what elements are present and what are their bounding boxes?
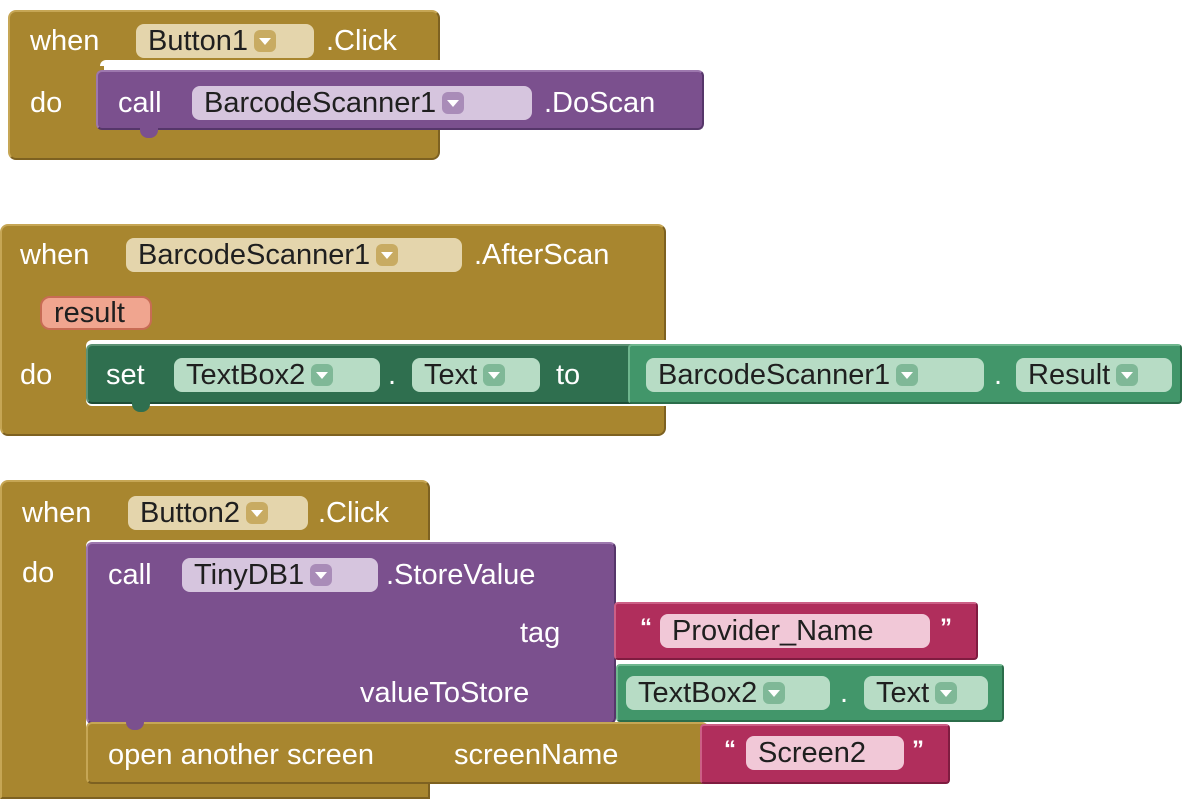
chevron-down-icon[interactable]: [310, 564, 333, 586]
when-label: when: [20, 239, 90, 271]
component-name: Button1: [148, 25, 248, 57]
component-name: TextBox2: [186, 359, 306, 391]
when-label: when: [22, 497, 92, 529]
param-name: result: [54, 297, 125, 329]
param-result[interactable]: result: [40, 296, 152, 330]
event-name: .Click: [318, 497, 389, 529]
chevron-down-icon[interactable]: [245, 502, 268, 524]
do-label: do: [20, 359, 53, 391]
component-dropdown-barcodescanner1[interactable]: BarcodeScanner1: [646, 358, 984, 392]
value-to-store-label: valueToStore: [360, 677, 530, 709]
open-quote: “: [724, 736, 736, 763]
close-quote: ”: [912, 736, 924, 763]
screen-name-label: screenName: [454, 739, 619, 771]
text-field-provider-name[interactable]: Provider_Name: [660, 614, 930, 648]
text-value: Provider_Name: [672, 615, 874, 647]
component-dropdown-textbox2[interactable]: TextBox2: [626, 676, 830, 710]
open-quote: “: [640, 614, 652, 641]
component-dropdown-barcodescanner1[interactable]: BarcodeScanner1: [126, 238, 462, 272]
text-value: Screen2: [758, 737, 867, 769]
chevron-down-icon[interactable]: [442, 92, 465, 114]
property-dropdown-text[interactable]: Text: [864, 676, 988, 710]
property-dropdown-text[interactable]: Text: [412, 358, 540, 392]
component-dropdown-tinydb1[interactable]: TinyDB1: [182, 558, 378, 592]
chevron-down-icon[interactable]: [896, 364, 919, 386]
component-dropdown-button1[interactable]: Button1: [136, 24, 314, 58]
chevron-down-icon[interactable]: [376, 244, 399, 266]
when-label: when: [30, 25, 100, 57]
component-name: Button2: [140, 497, 240, 529]
component-name: BarcodeScanner1: [204, 87, 437, 119]
open-another-screen-label: open another screen: [108, 739, 375, 771]
property-name: Text: [424, 359, 478, 391]
close-quote: ”: [940, 614, 952, 641]
component-name: TextBox2: [638, 677, 758, 709]
component-name: BarcodeScanner1: [138, 239, 371, 271]
dot-separator: .: [840, 677, 849, 709]
to-label: to: [556, 359, 581, 391]
property-name: Result: [1028, 359, 1111, 391]
chevron-down-icon[interactable]: [935, 682, 958, 704]
property-dropdown-result[interactable]: Result: [1016, 358, 1172, 392]
component-dropdown-textbox2[interactable]: TextBox2: [174, 358, 380, 392]
event-name: .AfterScan: [474, 239, 610, 271]
chevron-down-icon[interactable]: [763, 682, 786, 704]
call-label: call: [108, 559, 152, 591]
component-dropdown-button2[interactable]: Button2: [128, 496, 308, 530]
dot-separator: .: [994, 359, 1003, 391]
set-label: set: [106, 359, 145, 391]
do-label: do: [30, 87, 63, 119]
text-field-screen2[interactable]: Screen2: [746, 736, 904, 770]
call-label: call: [118, 87, 162, 119]
tag-label: tag: [520, 617, 561, 649]
event-name: .Click: [326, 25, 397, 57]
dot-separator: .: [388, 359, 397, 391]
method-name: .DoScan: [544, 87, 656, 119]
component-name: BarcodeScanner1: [658, 359, 891, 391]
chevron-down-icon[interactable]: [1116, 364, 1139, 386]
do-label: do: [22, 557, 55, 589]
component-dropdown-barcodescanner1[interactable]: BarcodeScanner1: [192, 86, 532, 120]
chevron-down-icon[interactable]: [483, 364, 506, 386]
chevron-down-icon[interactable]: [311, 364, 334, 386]
method-name: .StoreValue: [386, 559, 536, 591]
component-name: TinyDB1: [194, 559, 305, 591]
chevron-down-icon[interactable]: [253, 30, 276, 52]
property-name: Text: [876, 677, 930, 709]
